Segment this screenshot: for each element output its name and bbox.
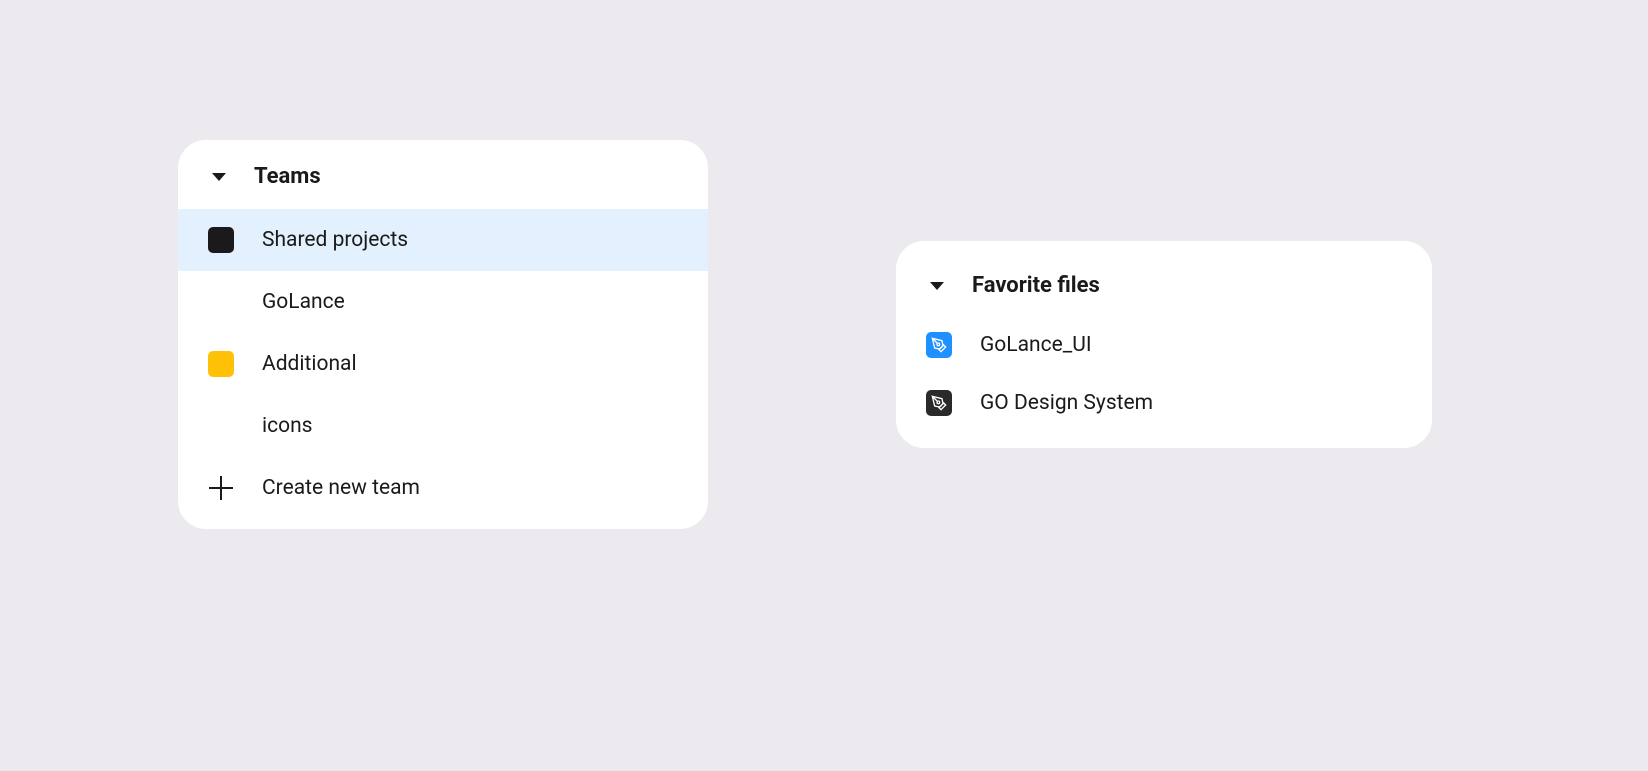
teams-title: Teams <box>254 164 321 189</box>
create-team-button[interactable]: Create new team <box>178 457 708 529</box>
pen-tool-icon <box>926 332 952 358</box>
team-item-label: Additional <box>262 352 357 376</box>
favorite-item-go-design-system[interactable]: GO Design System <box>896 374 1432 448</box>
team-color-icon <box>208 227 234 253</box>
chevron-down-icon <box>930 282 944 290</box>
team-item-shared-projects[interactable]: Shared projects <box>178 209 708 271</box>
teams-panel: Teams Shared projects GoLance Additional… <box>178 140 708 529</box>
favorite-item-label: GoLance_UI <box>980 333 1092 357</box>
team-item-golance[interactable]: GoLance <box>178 271 708 333</box>
pen-tool-icon <box>926 390 952 416</box>
team-color-icon <box>208 289 234 315</box>
favorites-title: Favorite files <box>972 273 1100 298</box>
team-item-label: GoLance <box>262 290 345 314</box>
create-team-label: Create new team <box>262 476 420 500</box>
chevron-down-icon <box>212 173 226 181</box>
teams-header[interactable]: Teams <box>178 140 708 209</box>
team-color-icon <box>208 351 234 377</box>
plus-icon <box>208 475 234 501</box>
favorites-panel: Favorite files GoLance_UI GO Design Syst… <box>896 241 1432 448</box>
team-color-icon <box>208 413 234 439</box>
team-item-label: icons <box>262 414 313 438</box>
favorites-header[interactable]: Favorite files <box>896 241 1432 316</box>
team-item-label: Shared projects <box>262 228 408 252</box>
favorite-item-golance-ui[interactable]: GoLance_UI <box>896 316 1432 374</box>
team-item-additional[interactable]: Additional <box>178 333 708 395</box>
team-item-icons[interactable]: icons <box>178 395 708 457</box>
favorite-item-label: GO Design System <box>980 391 1153 415</box>
